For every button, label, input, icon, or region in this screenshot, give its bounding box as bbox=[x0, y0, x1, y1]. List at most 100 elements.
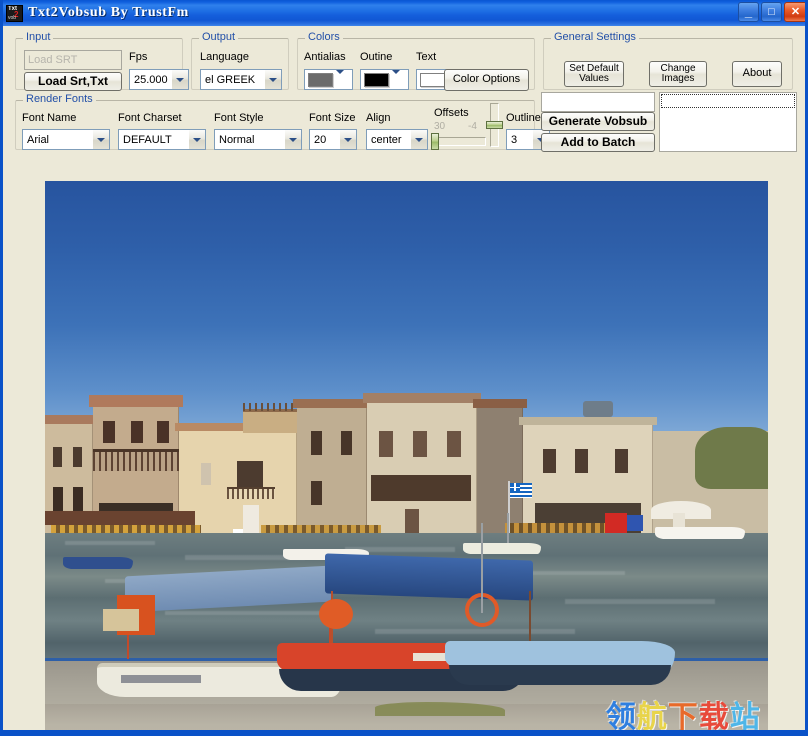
boat-hull bbox=[463, 543, 541, 554]
font-style-label: Font Style bbox=[214, 112, 264, 124]
offset-vertical-value: -4 bbox=[468, 121, 477, 132]
offset-vertical-slider-thumb[interactable] bbox=[486, 121, 503, 129]
set-default-values-button[interactable]: Set Default Values bbox=[564, 61, 624, 87]
input-group: Input Load SRT Load Srt,Txt Fps 25.000 bbox=[15, 31, 189, 91]
app-icon: Txt 2 vob bbox=[6, 4, 23, 22]
align-combo[interactable]: center bbox=[366, 129, 428, 150]
building-window bbox=[311, 431, 322, 455]
building-window bbox=[413, 431, 427, 457]
general-settings-group: General Settings Set Default Values Chan… bbox=[543, 31, 793, 90]
render-fonts-group: Render Fonts Font Name Arial Font Charse… bbox=[15, 93, 550, 150]
font-size-label: Font Size bbox=[309, 112, 356, 124]
window-controls: _ □ ✕ bbox=[738, 2, 805, 22]
outline-color-picker[interactable] bbox=[360, 69, 409, 90]
text-color-swatch bbox=[420, 72, 445, 87]
render-fonts-group-label: Render Fonts bbox=[23, 93, 96, 105]
outline-color-swatch bbox=[364, 72, 389, 87]
close-button[interactable]: ✕ bbox=[784, 2, 805, 22]
about-button[interactable]: About bbox=[732, 61, 782, 87]
chevron-down-icon[interactable] bbox=[284, 130, 301, 149]
offset-horizontal-slider-thumb[interactable] bbox=[431, 133, 439, 150]
chevron-down-icon[interactable] bbox=[336, 70, 344, 89]
batch-list-focus-row bbox=[661, 94, 795, 108]
weeds bbox=[375, 702, 505, 716]
srt-path-input[interactable]: Load SRT bbox=[24, 50, 122, 70]
offsets-label: Offsets bbox=[434, 107, 469, 119]
harbour-preview-image: 领航下载站 www.lhdown.com bbox=[45, 181, 768, 733]
font-charset-combo[interactable]: DEFAULT bbox=[118, 129, 206, 150]
font-style-combo[interactable]: Normal bbox=[214, 129, 302, 150]
close-icon: ✕ bbox=[790, 5, 801, 18]
building-window bbox=[447, 431, 461, 457]
color-options-button[interactable]: Color Options bbox=[444, 69, 529, 91]
chevron-down-icon[interactable] bbox=[392, 70, 400, 89]
font-name-value: Arial bbox=[27, 133, 50, 146]
font-charset-label: Font Charset bbox=[118, 112, 182, 124]
taverna-awning bbox=[45, 511, 195, 525]
building-roof bbox=[293, 399, 371, 408]
colors-group: Colors Antialias Outine Text Color Optio… bbox=[297, 31, 535, 91]
language-combo[interactable]: el GREEK bbox=[200, 69, 282, 90]
general-settings-group-label: General Settings bbox=[551, 31, 639, 43]
building-window bbox=[131, 421, 143, 443]
font-size-combo[interactable]: 20 bbox=[309, 129, 357, 150]
boat-cushion bbox=[319, 599, 353, 629]
building-roof bbox=[89, 395, 183, 407]
batch-list[interactable] bbox=[659, 92, 797, 152]
building-window bbox=[543, 449, 556, 473]
red-crate bbox=[605, 513, 627, 535]
window-title: Txt2Vobsub By TrustFm bbox=[28, 5, 189, 20]
change-images-line2: Images bbox=[661, 73, 695, 84]
water-reflection bbox=[65, 541, 155, 545]
outline-width-value: 3 bbox=[511, 133, 518, 146]
chevron-down-icon[interactable] bbox=[92, 130, 109, 149]
chevron-down-icon[interactable] bbox=[171, 70, 188, 89]
building-roof bbox=[363, 393, 481, 403]
input-group-label: Input bbox=[23, 31, 54, 43]
water-tank bbox=[583, 401, 613, 417]
font-name-combo[interactable]: Arial bbox=[22, 129, 110, 150]
building-window bbox=[103, 421, 115, 443]
output-path-input[interactable] bbox=[541, 92, 655, 112]
title-bar: Txt 2 vob Txt2Vobsub By TrustFm _ □ ✕ bbox=[3, 0, 805, 26]
balcony-rail bbox=[227, 487, 275, 499]
building-window bbox=[237, 461, 263, 487]
add-to-batch-button[interactable]: Add to Batch bbox=[541, 133, 655, 152]
background-boat bbox=[463, 513, 541, 555]
fps-combo[interactable]: 25.000 bbox=[129, 69, 189, 90]
building-roof bbox=[473, 399, 527, 408]
main-panel: Input Load SRT Load Srt,Txt Fps 25.000 O… bbox=[3, 26, 805, 733]
building-window bbox=[157, 421, 169, 443]
building-window bbox=[341, 431, 352, 455]
generate-vobsub-button[interactable]: Generate Vobsub bbox=[541, 112, 655, 131]
veranda bbox=[371, 475, 471, 501]
output-group: Output Language el GREEK bbox=[191, 31, 289, 90]
building-window bbox=[311, 481, 322, 505]
change-images-button[interactable]: Change Images bbox=[649, 61, 707, 87]
colors-group-label: Colors bbox=[305, 31, 343, 43]
background-boat bbox=[655, 521, 745, 539]
window-bottom-border bbox=[3, 730, 805, 733]
boat-name-plate bbox=[121, 675, 201, 683]
chevron-down-icon[interactable] bbox=[339, 130, 356, 149]
text-color-label: Text bbox=[416, 51, 437, 63]
chevron-down-icon[interactable] bbox=[264, 70, 281, 89]
background-boat bbox=[63, 553, 133, 569]
offset-horizontal-slider[interactable] bbox=[432, 137, 486, 146]
foreground-boat-lightblue bbox=[445, 523, 695, 711]
maximize-button[interactable]: □ bbox=[761, 2, 782, 22]
offset-horizontal-value: 30 bbox=[434, 121, 446, 132]
boat-mast bbox=[481, 523, 483, 613]
flag-canton bbox=[510, 483, 521, 492]
fps-label: Fps bbox=[129, 51, 148, 63]
building-window bbox=[53, 487, 63, 511]
chevron-down-icon[interactable] bbox=[188, 130, 205, 149]
greek-flag bbox=[510, 483, 532, 498]
antialias-color-picker[interactable] bbox=[304, 69, 353, 90]
boat-mast bbox=[507, 513, 509, 543]
boat-hull bbox=[655, 527, 745, 539]
chevron-down-icon[interactable] bbox=[410, 130, 427, 149]
load-srt-txt-button[interactable]: Load Srt,Txt bbox=[24, 72, 122, 91]
application-window: Txt 2 vob Txt2Vobsub By TrustFm _ □ ✕ Inpu… bbox=[0, 0, 808, 736]
minimize-button[interactable]: _ bbox=[738, 2, 759, 22]
